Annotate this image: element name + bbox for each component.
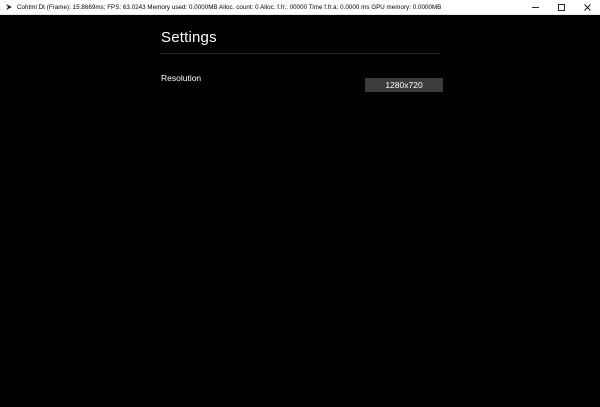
window-controls (522, 0, 600, 15)
maximize-button[interactable] (548, 0, 574, 15)
maximize-icon (557, 3, 565, 11)
close-icon (583, 3, 591, 11)
close-button[interactable] (574, 0, 600, 15)
app-window: Cohtml Dt (Frame): 15.8669ms; FPS: 63.02… (0, 0, 600, 407)
app-icon (5, 3, 13, 11)
page-title: Settings (161, 29, 217, 46)
resolution-label: Resolution (161, 73, 202, 83)
settings-panel: Settings Resolution 1280x720 (0, 15, 600, 407)
minimize-icon (531, 6, 539, 8)
minimize-button[interactable] (522, 0, 548, 15)
title-divider (161, 53, 439, 54)
title-bar[interactable]: Cohtml Dt (Frame): 15.8669ms; FPS: 63.02… (0, 0, 600, 15)
resolution-selector[interactable]: 1280x720 (365, 78, 443, 92)
window-title: Cohtml Dt (Frame): 15.8669ms; FPS: 63.02… (17, 3, 442, 11)
